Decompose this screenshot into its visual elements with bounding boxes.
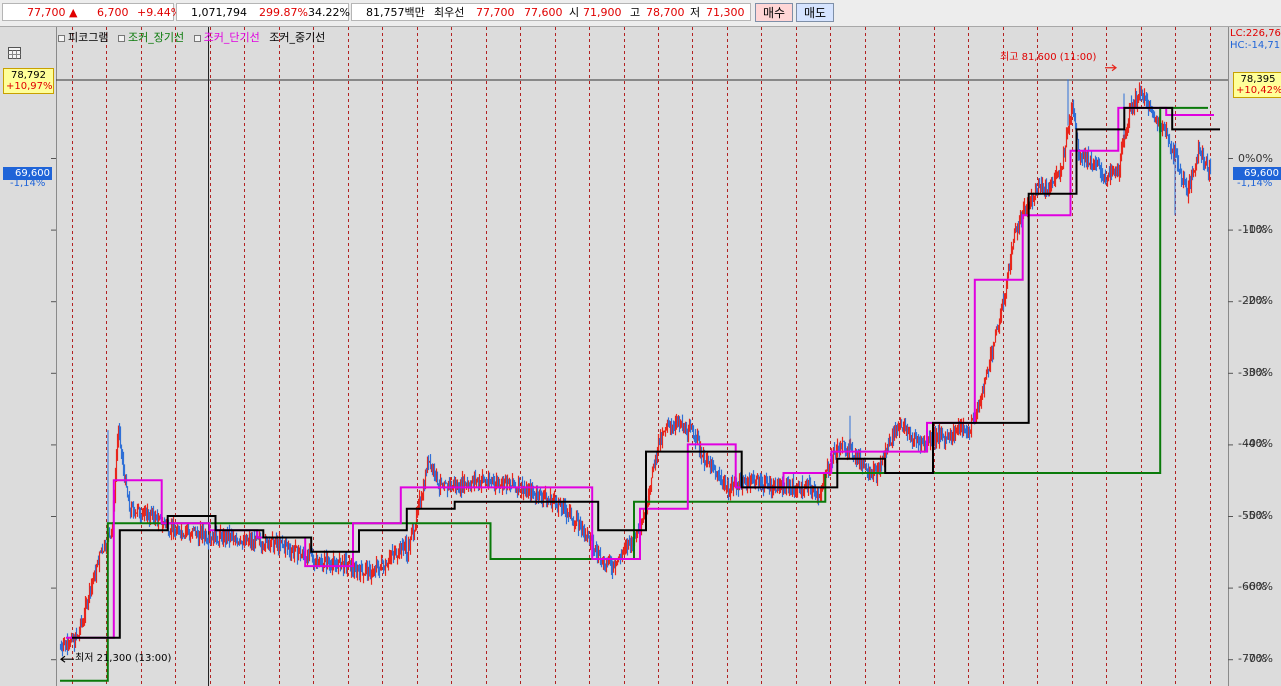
y-tick-right: 0% xyxy=(1238,152,1256,165)
legend-label: 조커_중기선 xyxy=(269,31,326,44)
legend-item-short[interactable]: 조커_단기선 xyxy=(193,31,260,44)
up-arrow-icon: ▲ xyxy=(69,6,78,19)
high-label: 고 xyxy=(630,6,641,19)
y-tick-right: -50% xyxy=(1238,509,1267,522)
y-tick-right: -30% xyxy=(1238,366,1267,379)
legend-label: 피코그램 xyxy=(68,31,109,44)
turnover: 34.22% xyxy=(308,6,350,19)
max-annotation: 최고 81,600 (11:00) xyxy=(1000,52,1097,63)
open-price: 71,900 xyxy=(583,6,622,19)
legend: 피코그램 조커_장기선 조커_단기선 조커_중기선 xyxy=(58,29,331,44)
hc-value: HC:-14,71 xyxy=(1230,40,1281,51)
price-cell: 77,700 ▲ 6,700 +9.44% xyxy=(2,3,181,21)
left-current-pct: -1,14% xyxy=(10,178,46,189)
right-high-price: 78,395 xyxy=(1240,74,1276,85)
sell-button[interactable]: 매도 xyxy=(796,3,834,22)
price-change-pct: +9.44% xyxy=(137,6,182,19)
y-tick-right: -40% xyxy=(1238,437,1267,450)
right-current-pct: -1,14% xyxy=(1237,178,1273,189)
volume: 1,071,794 xyxy=(191,6,247,19)
volume-ratio: 299.87% xyxy=(259,6,308,19)
price-change: 6,700 xyxy=(97,6,129,19)
min-annotation: 최저 21,300 (13:00) xyxy=(75,653,172,664)
right-high-pct: +10,42% xyxy=(1236,85,1281,96)
y-tick-left: 0% xyxy=(1255,152,1273,165)
calendar-icon[interactable] xyxy=(8,47,21,59)
best-bid: 77,600 xyxy=(524,6,563,19)
lc-value: LC:226,76 xyxy=(1230,28,1281,39)
y-tick-right: -20% xyxy=(1238,294,1267,307)
left-high-pct: +10,97% xyxy=(6,81,53,92)
low-price: 71,300 xyxy=(706,6,745,19)
y-tick-right: -60% xyxy=(1238,580,1267,593)
trade-amount: 81,757백만 xyxy=(366,6,425,19)
left-high-price: 78,792 xyxy=(11,70,46,81)
plot-background xyxy=(56,27,1228,686)
y-tick-right: -70% xyxy=(1238,652,1267,665)
low-label: 저 xyxy=(690,6,701,19)
volume-cell: 1,071,794 299.87% 34.22% xyxy=(176,3,350,21)
high-price: 78,700 xyxy=(646,6,685,19)
y-tick-right: -10% xyxy=(1238,223,1267,236)
legend-label: 조커_장기선 xyxy=(127,31,185,44)
best-label: 최우선 xyxy=(434,6,465,19)
lc-hc-readout: LC:226,76 HC:-14,71 xyxy=(1230,28,1281,52)
legend-label: 조커_단기선 xyxy=(203,31,260,44)
legend-item-mid[interactable]: 조커_중기선 xyxy=(269,31,325,44)
left-high-tag: 78,792 +10,97% xyxy=(3,68,54,94)
quote-detail-cell: 81,757백만 최우선 77,700 77,600 시 71,900 고 78… xyxy=(351,3,751,21)
current-price: 77,700 xyxy=(27,6,66,19)
buy-button[interactable]: 매수 xyxy=(755,3,793,22)
price-chart[interactable]: 피코그램 조커_장기선 조커_단기선 조커_중기선 LC:226,76 HC:-… xyxy=(0,27,1281,686)
legend-item-picogram[interactable]: 피코그램 xyxy=(58,31,108,44)
chart-plot[interactable] xyxy=(0,27,1281,686)
open-label: 시 xyxy=(569,6,580,19)
quote-bar: 77,700 ▲ 6,700 +9.44% 1,071,794 299.87% … xyxy=(0,0,1281,27)
right-high-tag: 78,395 +10,42% xyxy=(1233,72,1281,98)
legend-item-long[interactable]: 조커_장기선 xyxy=(117,31,185,44)
best-ask: 77,700 xyxy=(476,6,515,19)
